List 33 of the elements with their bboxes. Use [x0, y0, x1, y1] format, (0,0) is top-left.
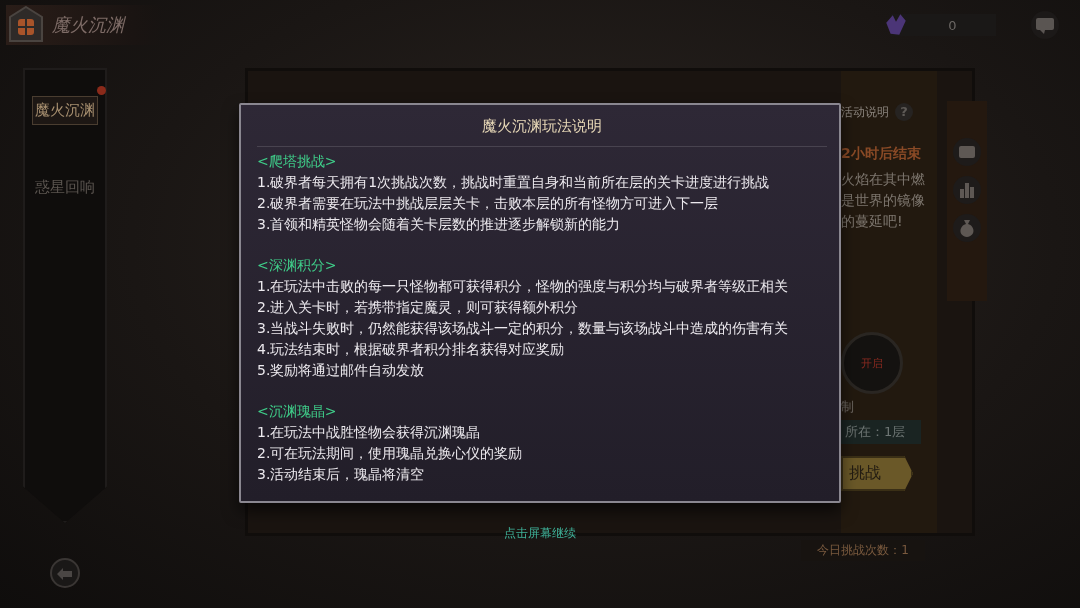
boss-status: 开启	[861, 355, 883, 371]
rule-text: 3.当战斗失败时，仍然能获得该场战斗一定的积分，数量与该场战斗中造成的伤害有关	[257, 319, 790, 338]
rule-text: 4.玩法结束时，根据破界者积分排名获得对应奖励	[257, 340, 566, 359]
rule-text: 3.首领和精英怪物会随着关卡层数的推进逐步解锁新的能力	[257, 215, 622, 234]
dialog-title: 魔火沉渊玩法说明	[257, 111, 827, 147]
description-line: 火焰在其中燃	[841, 170, 925, 189]
sidebar-tab[interactable]: 魔火沉渊	[32, 96, 98, 125]
lantern-emblem-icon	[6, 5, 46, 45]
chat-icon[interactable]	[1030, 10, 1060, 40]
floor-ribbon: 所在：1层	[841, 420, 922, 444]
challenge-button[interactable]: 挑战	[841, 456, 913, 491]
rule-text: 2.进入关卡时，若携带指定魔灵，则可获得额外积分	[257, 298, 580, 317]
tap-to-continue-text[interactable]: 点击屏幕继续	[504, 525, 576, 542]
rule-text: 1.在玩法中击败的每一只怪物都可获得积分，怪物的强度与积分均与破界者等级正相关	[257, 277, 790, 296]
back-icon[interactable]	[49, 557, 81, 589]
money-bag-icon[interactable]	[952, 213, 982, 243]
rule-text: 5.奖励将通过邮件自动发放	[257, 361, 426, 380]
rule-text: 2.可在玩法期间，使用瑰晶兑换心仪的奖励	[257, 444, 524, 463]
rule-text: 1.在玩法中战胜怪物会获得沉渊瑰晶	[257, 423, 482, 442]
section-heading: <爬塔挑战>	[257, 152, 338, 171]
rule-text: 1.破界者每天拥有1次挑战次数，挑战时重置自身和当前所在层的关卡进度进行挑战	[257, 173, 771, 192]
countdown-text: 2小时后结束	[841, 145, 921, 163]
help-label[interactable]: 活动说明	[841, 103, 889, 121]
page-title: 魔火沉渊	[52, 13, 124, 37]
rule-text: 2.破界者需要在玩法中挑战层层关卡，击败本层的所有怪物方可进入下一层	[257, 194, 720, 213]
section-heading: <沉渊瑰晶>	[257, 402, 338, 421]
boss-caption: 制	[841, 398, 854, 416]
sidebar-tab[interactable]: 惑星回响	[32, 173, 98, 202]
description-line: 是世界的镜像	[841, 191, 925, 210]
description-line: 的蔓延吧!	[841, 212, 904, 231]
bar-chart-icon[interactable]	[952, 175, 982, 205]
rule-text: 3.活动结束后，瑰晶将清空	[257, 465, 426, 484]
section-heading: <深渊积分>	[257, 256, 338, 275]
